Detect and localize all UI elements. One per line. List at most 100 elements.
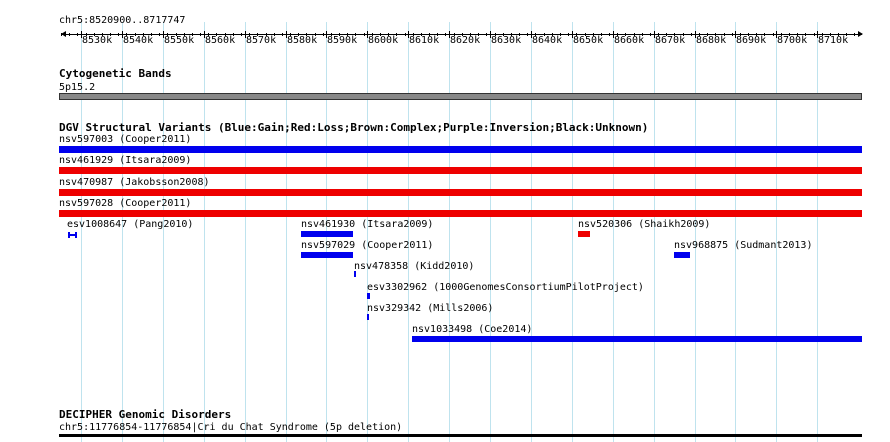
ruler-minor-tick — [437, 33, 438, 36]
decipher-track-title: DECIPHER Genomic Disorders — [59, 408, 232, 421]
ruler-minor-tick — [364, 33, 365, 36]
grid-line — [367, 22, 368, 442]
ruler-minor-tick — [184, 33, 185, 36]
dgv-feature-bar[interactable] — [68, 234, 77, 236]
ruler-minor-tick — [266, 33, 267, 36]
dgv-feature-label: nsv470987 (Jakobsson2008) — [59, 177, 210, 188]
ruler-minor-tick — [830, 33, 831, 36]
decipher-feature-bar[interactable] — [59, 434, 862, 437]
ruler-minor-tick — [110, 33, 111, 36]
ruler-minor-tick — [462, 33, 463, 36]
ruler-tick-label: 8640k — [532, 35, 563, 46]
grid-line — [204, 22, 205, 442]
ruler-minor-tick — [560, 33, 561, 36]
ruler-tick-label: 8570k — [246, 35, 277, 46]
ruler-minor-tick — [396, 33, 397, 36]
ruler-minor-tick — [495, 33, 496, 36]
dgv-feature-label: nsv597029 (Cooper2011) — [301, 240, 434, 251]
ruler-minor-tick — [527, 33, 528, 36]
ruler-minor-tick — [159, 33, 160, 36]
ruler-minor-tick — [658, 33, 659, 36]
ruler-tick-label: 8680k — [696, 35, 727, 46]
ruler-minor-tick — [347, 33, 348, 36]
ruler-tick-label: 8670k — [655, 35, 686, 46]
ruler-minor-tick — [593, 33, 594, 36]
ruler-tick-label: 8560k — [205, 35, 236, 46]
grid-line — [695, 22, 696, 442]
ruler-minor-tick — [609, 33, 610, 36]
ruler-minor-tick — [789, 33, 790, 36]
dgv-feature-bar[interactable] — [301, 231, 353, 237]
ruler-tick-label: 8660k — [614, 35, 645, 46]
ruler-right-arrow — [858, 31, 863, 37]
ruler-minor-tick — [306, 33, 307, 36]
grid-line — [654, 22, 655, 442]
ruler-minor-tick — [683, 33, 684, 36]
grid-line — [735, 22, 736, 442]
ruler-minor-tick — [216, 33, 217, 36]
ruler-tick-label: 8610k — [409, 35, 440, 46]
ruler-tick-label: 8550k — [164, 35, 195, 46]
dgv-feature-bar[interactable] — [578, 231, 590, 237]
dgv-feature-bar[interactable] — [367, 293, 370, 299]
ruler-minor-tick — [200, 33, 201, 36]
ruler-minor-tick — [192, 33, 193, 36]
ruler-minor-tick — [634, 33, 635, 36]
ruler-minor-tick — [470, 33, 471, 36]
dgv-feature-label: nsv461929 (Itsara2009) — [59, 155, 192, 166]
ruler-minor-tick — [249, 33, 250, 36]
grid-line — [817, 22, 818, 442]
ruler-tick-label: 8690k — [736, 35, 767, 46]
grid-line — [572, 22, 573, 442]
ruler-minor-tick — [315, 33, 316, 36]
cytoband-bar[interactable] — [59, 93, 862, 100]
dgv-feature-bar[interactable] — [354, 271, 356, 277]
dgv-feature-bar[interactable] — [59, 146, 862, 153]
ruler-minor-tick — [797, 33, 798, 36]
ruler-minor-tick — [617, 33, 618, 36]
dgv-feature-bar[interactable] — [367, 314, 369, 320]
dgv-feature-bar[interactable] — [59, 167, 862, 174]
ruler-minor-tick — [298, 33, 299, 36]
ruler-minor-tick — [740, 33, 741, 36]
ruler-minor-tick — [822, 33, 823, 36]
ruler-minor-tick — [405, 33, 406, 36]
ruler-tick-label: 8590k — [327, 35, 358, 46]
ruler-minor-tick — [331, 33, 332, 36]
ruler-minor-tick — [257, 33, 258, 36]
ruler-minor-tick — [323, 33, 324, 36]
ruler-minor-tick — [225, 33, 226, 36]
ruler-tick-label: 8710k — [818, 35, 849, 46]
dgv-track-title: DGV Structural Variants (Blue:Gain;Red:L… — [59, 121, 649, 134]
ruler-minor-tick — [625, 33, 626, 36]
ruler-minor-tick — [764, 33, 765, 36]
dgv-feature-label: esv3302962 (1000GenomesConsortiumPilotPr… — [367, 282, 644, 293]
dgv-feature-bar[interactable] — [59, 210, 862, 217]
ruler-minor-tick — [429, 33, 430, 36]
ruler-minor-tick — [135, 33, 136, 36]
ruler-minor-tick — [544, 33, 545, 36]
dgv-feature-bar[interactable] — [674, 252, 690, 258]
dgv-feature-label: nsv461930 (Itsara2009) — [301, 219, 434, 230]
dgv-feature-bar[interactable] — [59, 189, 862, 196]
ruler-minor-tick — [94, 33, 95, 36]
dgv-feature-bar[interactable] — [301, 252, 353, 258]
ruler-minor-tick — [576, 33, 577, 36]
dgv-feature-bar[interactable] — [412, 336, 862, 342]
ruler-minor-tick — [511, 33, 512, 36]
ruler-minor-tick — [724, 33, 725, 36]
dgv-feature-label: nsv597003 (Cooper2011) — [59, 134, 192, 145]
cytobands-track-title: Cytogenetic Bands — [59, 67, 172, 80]
ruler-minor-tick — [143, 33, 144, 36]
ruler-minor-tick — [691, 33, 692, 36]
ruler-minor-tick — [674, 33, 675, 36]
dgv-feature-label: nsv520306 (Shaikh2009) — [578, 219, 711, 230]
ruler-minor-tick — [486, 33, 487, 36]
ruler-minor-tick — [707, 33, 708, 36]
ruler-minor-tick — [355, 33, 356, 36]
ruler-minor-tick — [552, 33, 553, 36]
ruler-minor-tick — [421, 33, 422, 36]
ruler-tick-label: 8620k — [450, 35, 481, 46]
ruler-tick-label: 8580k — [287, 35, 318, 46]
ruler-minor-tick — [102, 33, 103, 36]
